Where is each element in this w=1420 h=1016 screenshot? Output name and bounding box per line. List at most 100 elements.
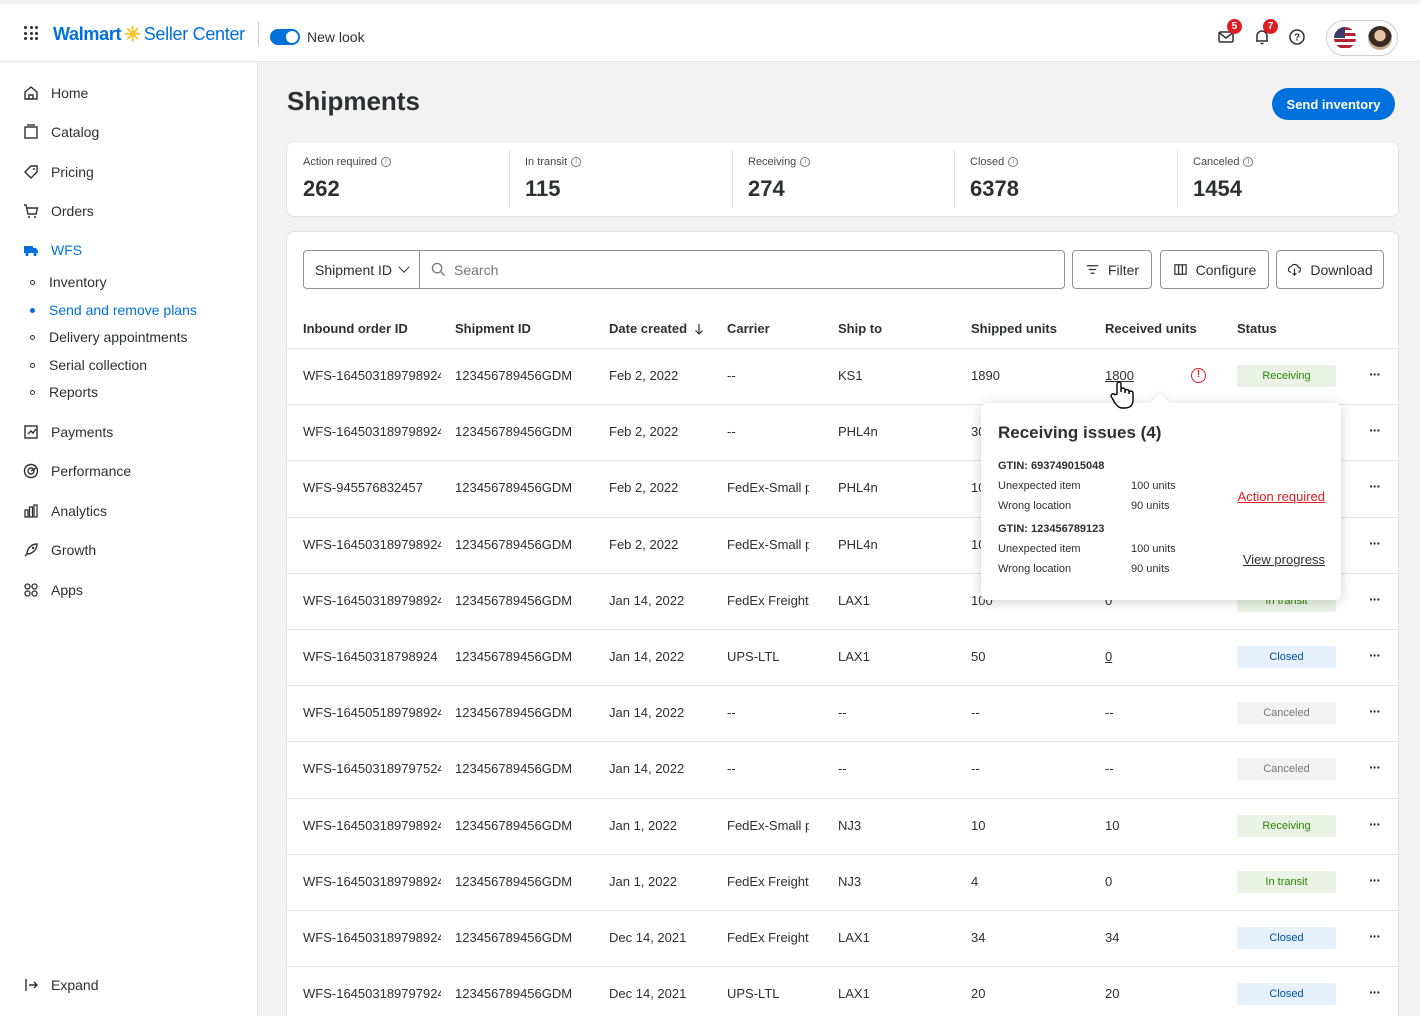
receiving-issues-popover: Receiving issues (4) GTIN: 693749015048 … [981,403,1341,600]
cell-date-created: Feb 2, 2022 [609,424,679,440]
bell-icon[interactable]: 7 [1253,19,1278,46]
more-actions-icon[interactable]: ··· [1369,985,1381,999]
more-actions-icon[interactable]: ··· [1369,592,1381,606]
sidebar-subitem-inventory[interactable]: Inventory [30,273,107,291]
table-row[interactable]: WFS-16450318979792472 123456789456GDM Dec … [287,966,1398,1016]
sidebar-item-home[interactable]: Home [22,83,88,103]
status-badge: Receiving [1237,814,1336,837]
status-badge: Closed [1237,983,1336,1006]
more-actions-icon[interactable]: ··· [1369,536,1381,550]
info-icon[interactable]: i [381,157,391,167]
more-actions-icon[interactable]: ··· [1369,367,1381,381]
sidebar-item-label: Catalog [51,124,100,140]
cell-date-created: Jan 1, 2022 [609,873,677,889]
send-inventory-button[interactable]: Send inventory [1272,88,1395,120]
configure-button[interactable]: Configure [1160,250,1269,289]
cell-inbound-order-id: WFS-16450318979892472 [303,536,441,552]
cell-date-created: Jan 1, 2022 [609,817,677,833]
filter-button[interactable]: Filter [1072,250,1152,289]
sidebar-subitem-label: Reports [49,384,99,400]
table-row[interactable]: WFS-16450318979752472 123456789456GDM Jan … [287,741,1398,797]
column-header[interactable]: Status [1237,321,1277,336]
sidebar-item-analytics[interactable]: Analytics [22,501,107,521]
more-actions-icon[interactable]: ··· [1369,479,1381,493]
sidebar-subitem-serial-collection[interactable]: Serial collection [30,356,147,374]
action-required-link[interactable]: Action required [1238,489,1325,504]
table-row[interactable]: WFS-16450318979892472 123456789456GDM Feb … [287,348,1398,404]
brand-logo[interactable]: Walmart ✳ Seller Center [53,22,245,47]
cell-shipment-id: 123456789456GDM [455,986,573,1002]
sidebar-item-orders[interactable]: Orders [22,201,94,221]
search-input[interactable] [454,261,1014,278]
column-header[interactable]: Ship to [838,321,882,336]
table-row[interactable]: WFS-16450318979892472 123456789456GDM Jan … [287,853,1398,910]
popover-title: Receiving issues (4) [998,423,1162,442]
sidebar: Home Catalog Pricing Orders WFS Inventor… [0,63,258,1016]
more-actions-icon[interactable]: ··· [1369,423,1381,437]
sidebar-item-catalog[interactable]: Catalog [22,122,99,142]
issue-label: Wrong location [998,500,1072,512]
more-actions-icon[interactable]: ··· [1369,873,1381,887]
column-header[interactable]: Inbound order ID [303,321,408,336]
sidebar-item-label: Analytics [51,503,108,519]
info-icon[interactable]: i [571,157,582,167]
column-header[interactable]: Shipped units [971,321,1057,336]
cell-ship-to: LAX1 [838,986,870,1002]
sidebar-item-pricing[interactable]: Pricing [22,162,94,182]
new-look-toggle[interactable] [270,29,300,45]
column-header-date-created[interactable]: Date created [609,321,705,336]
sidebar-expand-button[interactable]: Expand [22,976,98,994]
sidebar-subitem-reports[interactable]: Reports [30,383,98,401]
account-menu[interactable] [1326,20,1398,56]
cell-carrier: FedEx-Small parcel [727,480,809,496]
info-icon[interactable]: i [800,157,811,167]
stat-label: Canceled [1193,156,1240,168]
mail-icon[interactable]: 5 [1217,19,1242,46]
search-field-select[interactable]: Shipment ID [304,251,420,288]
table-row[interactable]: WFS-16450318979892472 123456789456GDM Dec … [287,910,1398,966]
sidebar-item-payments[interactable]: Payments [22,422,113,442]
column-header[interactable]: Shipment ID [455,321,531,336]
us-flag-icon [1334,27,1356,49]
more-actions-icon[interactable]: ··· [1369,704,1381,718]
cell-received-units: 10 [1105,817,1120,833]
alert-icon[interactable]: ! [1191,368,1206,383]
cell-received-units[interactable]: 0 [1105,649,1185,664]
brand-walmart: Walmart [53,24,122,44]
sidebar-item-growth[interactable]: Growth [22,540,96,560]
performance-icon [23,463,39,479]
sidebar-subitem-send-remove-plans[interactable]: Send and remove plans [30,301,197,319]
more-actions-icon[interactable]: ··· [1369,929,1381,943]
info-icon[interactable]: i [1243,157,1254,167]
more-actions-icon[interactable]: ··· [1369,648,1381,662]
cell-shipment-id: 123456789456GDM [455,536,573,552]
view-progress-link[interactable]: View progress [1243,552,1325,567]
table-row[interactable]: WFS-16450318798924 123456789456GDM Jan 14,… [287,629,1398,685]
cell-received-units: 20 [1105,986,1120,1002]
cell-ship-to: -- [838,705,847,721]
stat-label: Receiving [748,156,797,168]
more-actions-icon[interactable]: ··· [1369,817,1381,831]
column-header[interactable]: Carrier [727,321,770,336]
table-row[interactable]: WFS-16450318979892472 123456789456GDM Jan … [287,797,1398,854]
cell-shipped-units: 20 [971,986,986,1002]
sidebar-item-performance[interactable]: Performance [22,461,131,481]
sidebar-item-label: Apps [51,582,83,598]
cell-ship-to: LAX1 [838,592,870,608]
download-button[interactable]: Download [1276,250,1384,289]
cell-ship-to: NJ3 [838,817,862,833]
app-grid-icon[interactable] [24,26,38,40]
sidebar-item-wfs[interactable]: WFS [22,240,82,260]
cell-shipment-id: 123456789456GDM [455,480,573,496]
info-icon[interactable]: i [1008,157,1019,167]
sidebar-item-apps[interactable]: Apps [22,580,83,600]
bullet-icon [30,307,35,313]
sidebar-subitem-delivery-appointments[interactable]: Delivery appointments [30,328,188,346]
cell-date-created: Jan 14, 2022 [609,592,685,608]
more-actions-icon[interactable]: ··· [1369,760,1381,774]
column-header[interactable]: Received units [1105,321,1197,336]
help-icon[interactable]: ? [1288,28,1306,46]
bullet-icon [30,362,35,368]
stat-value: 6378 [970,176,1019,201]
table-row[interactable]: WFS-16450518979892472 123456789456GDM Jan … [287,685,1398,741]
